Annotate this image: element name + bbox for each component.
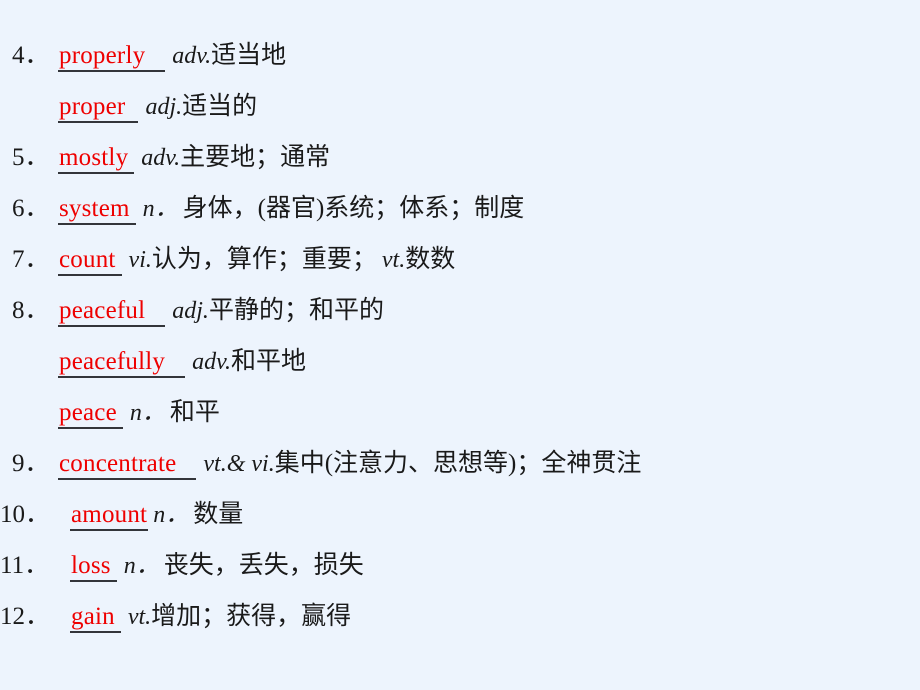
chinese-gloss: 适当地 xyxy=(211,42,287,69)
vocabulary-entry-10: 10． amount n． 数量 xyxy=(0,489,920,540)
part-of-speech: vi. xyxy=(128,247,152,273)
target-word-mostly: mostly xyxy=(58,144,135,174)
vocabulary-list: 4． properly adv.适当地 proper adj.适当的 5． mostly… xyxy=(0,30,920,642)
chinese-gloss: 适当的 xyxy=(182,93,258,120)
entry-number: 9． xyxy=(12,450,50,477)
part-of-speech: adj. xyxy=(145,94,183,120)
entry-number: 5． xyxy=(12,144,50,171)
vocabulary-entry-7: 7． count vi.认为，算作；重要； vt.数数 xyxy=(0,234,920,285)
chinese-gloss: 集中(注意力、思想等)；全神贯注 xyxy=(274,450,642,477)
part-of-speech: adv. xyxy=(172,43,212,69)
chinese-gloss: 和平 xyxy=(169,399,220,426)
part-of-speech: adv. xyxy=(192,349,231,375)
entry-number: 12． xyxy=(0,603,51,630)
vocabulary-entry-6: 6． system n． 身体，(器官)系统；体系；制度 xyxy=(0,183,920,234)
part-of-speech: n． xyxy=(142,196,179,222)
chinese-gloss: 平静的；和平的 xyxy=(208,297,384,324)
part-of-speech: n． xyxy=(123,553,160,579)
vocabulary-entry-8-derived-peacefully: peacefully adv.和平地 xyxy=(0,336,920,387)
entry-number: 6． xyxy=(12,195,50,222)
vocabulary-entry-12: 12． gain vt.增加；获得，赢得 xyxy=(0,591,920,642)
vocabulary-entry-11: 11． loss n． 丧失，丢失，损失 xyxy=(0,540,920,591)
target-word-proper: proper xyxy=(58,93,139,123)
part-of-speech: vt. xyxy=(127,604,152,630)
part-of-speech: n． xyxy=(129,400,166,426)
chinese-gloss: 主要地；通常 xyxy=(180,144,331,171)
target-word-peace: peace xyxy=(58,399,123,429)
entry-number: 11． xyxy=(0,552,50,579)
vocabulary-entry-5: 5． mostly adv.主要地；通常 xyxy=(0,132,920,183)
part-of-speech: adv. xyxy=(141,145,181,171)
chinese-gloss-secondary: 数数 xyxy=(405,246,456,273)
target-word-concentrate: concentrate xyxy=(58,450,197,480)
chinese-gloss: 丧失，丢失，损失 xyxy=(163,552,364,579)
part-of-speech: n． xyxy=(153,502,190,528)
part-of-speech-secondary: vt. xyxy=(381,247,406,273)
chinese-gloss: 身体，(器官)系统；体系；制度 xyxy=(182,195,525,222)
target-word-amount: amount xyxy=(70,501,149,531)
part-of-speech: adj. xyxy=(172,298,209,324)
target-word-count: count xyxy=(58,246,122,276)
target-word-properly: properly xyxy=(58,42,166,72)
target-word-system: system xyxy=(58,195,136,225)
entry-number: 7． xyxy=(12,246,50,273)
vocabulary-slide: 4． properly adv.适当地 proper adj.适当的 5． mostly… xyxy=(0,0,920,690)
vocabulary-entry-4-derived-proper: proper adj.适当的 xyxy=(0,81,920,132)
target-word-loss: loss xyxy=(70,552,117,582)
target-word-peaceful: peaceful xyxy=(58,297,166,327)
vocabulary-entry-4: 4． properly adv.适当地 xyxy=(0,30,920,81)
vocabulary-entry-8: 8． peaceful adj.平静的；和平的 xyxy=(0,285,920,336)
part-of-speech: vt.& vi. xyxy=(203,451,275,477)
chinese-gloss: 认为，算作；重要； xyxy=(151,246,377,273)
entry-number: 10． xyxy=(0,501,51,528)
chinese-gloss: 增加；获得，赢得 xyxy=(151,603,352,630)
chinese-gloss: 数量 xyxy=(193,501,244,528)
vocabulary-entry-9: 9． concentrate vt.& vi.集中(注意力、思想等)；全神贯注 xyxy=(0,438,920,489)
chinese-gloss: 和平地 xyxy=(230,348,306,375)
target-word-peacefully: peacefully xyxy=(58,348,186,378)
entry-number: 8． xyxy=(12,297,50,324)
vocabulary-entry-8-derived-peace: peace n． 和平 xyxy=(0,387,920,438)
target-word-gain: gain xyxy=(70,603,121,633)
entry-number: 4． xyxy=(12,42,50,69)
